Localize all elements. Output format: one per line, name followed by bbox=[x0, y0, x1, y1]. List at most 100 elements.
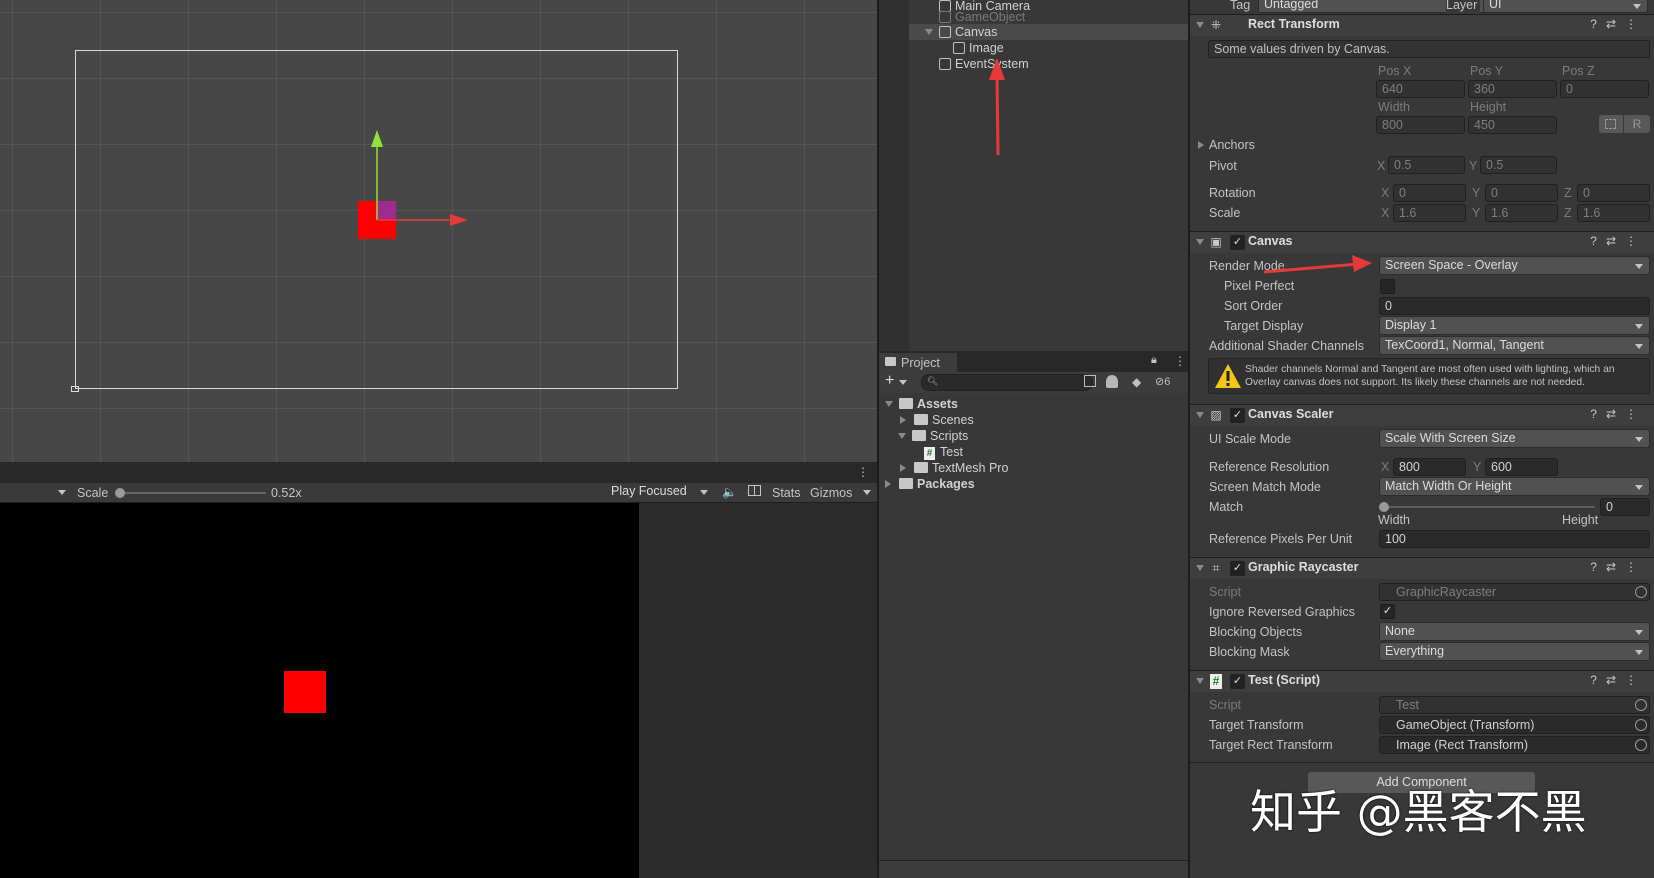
match-height-label: Height bbox=[1562, 513, 1599, 527]
expand-triangle-icon[interactable] bbox=[898, 433, 906, 443]
ignore-reversed-checkbox[interactable]: ✓ bbox=[1380, 604, 1395, 619]
scale-slider[interactable] bbox=[118, 492, 266, 494]
object-picker-icon[interactable] bbox=[1635, 699, 1647, 711]
collapse-triangle-icon[interactable] bbox=[1196, 565, 1204, 575]
reference-resolution-x[interactable]: 800 bbox=[1393, 458, 1466, 476]
posz-field: 0 bbox=[1560, 80, 1649, 98]
raycaster-icon: ⌗ bbox=[1212, 561, 1220, 575]
match-slider[interactable] bbox=[1383, 506, 1595, 508]
anchors-expand-icon[interactable] bbox=[1198, 141, 1208, 149]
layer-dropdown[interactable]: UI bbox=[1483, 0, 1648, 13]
more-menu-icon[interactable]: ⋮ bbox=[1174, 354, 1186, 368]
component-tools-icons[interactable]: ?⇄⋮ bbox=[1590, 560, 1646, 574]
play-focused-dropdown[interactable]: Play Focused bbox=[606, 483, 714, 502]
tab-project[interactable]: Project bbox=[879, 353, 957, 372]
gizmos-dropdown-arrow[interactable] bbox=[863, 490, 871, 499]
grid-icon[interactable] bbox=[748, 485, 761, 496]
gizmos-button[interactable]: Gizmos bbox=[810, 484, 852, 502]
target-transform-field[interactable]: GameObject (Transform) bbox=[1379, 716, 1650, 734]
game-view[interactable] bbox=[0, 503, 877, 878]
mute-audio-icon[interactable]: 🔈 bbox=[722, 485, 737, 499]
screen-match-mode-dropdown[interactable]: Match Width Or Height bbox=[1379, 477, 1650, 496]
component-title: Canvas bbox=[1248, 234, 1293, 248]
scale-value: 0.52x bbox=[271, 486, 302, 500]
scale-x-field: 1.6 bbox=[1393, 204, 1466, 222]
project-search-input[interactable]: 🔍︎ bbox=[921, 374, 1093, 391]
match-value-field[interactable]: 0 bbox=[1600, 498, 1650, 516]
display-dropdown-arrow[interactable] bbox=[58, 490, 66, 499]
script-name: GraphicRaycaster bbox=[1396, 585, 1497, 599]
hidden-packages-icon[interactable]: ⊘6 bbox=[1155, 375, 1170, 388]
stats-button[interactable]: Stats bbox=[772, 484, 801, 502]
target-rect-transform-field[interactable]: Image (Rect Transform) bbox=[1379, 736, 1650, 754]
hierarchy-panel: Main Camera GameObject Canvas Image Even… bbox=[879, 0, 1188, 351]
more-menu-icon[interactable]: ⋮ bbox=[857, 465, 869, 479]
component-tools-icons[interactable]: ?⇄⋮ bbox=[1590, 407, 1646, 421]
rotation-z-field: 0 bbox=[1577, 184, 1650, 202]
test-enabled-checkbox[interactable]: ✓ bbox=[1230, 674, 1245, 689]
shader-channels-dropdown[interactable]: TexCoord1, Normal, Tangent bbox=[1379, 336, 1650, 355]
expand-triangle-icon[interactable] bbox=[900, 464, 910, 472]
project-item-packages[interactable]: Packages bbox=[885, 476, 975, 492]
ignore-reversed-label: Ignore Reversed Graphics bbox=[1209, 605, 1355, 619]
scale-slider-thumb[interactable] bbox=[115, 488, 125, 498]
component-tools-icons[interactable]: ?⇄⋮ bbox=[1590, 234, 1646, 248]
blocking-objects-dropdown[interactable]: None bbox=[1379, 622, 1650, 641]
blueprint-mode-button[interactable] bbox=[1599, 115, 1623, 133]
rect-transform-icon: ⁜ bbox=[1210, 18, 1222, 32]
collapse-triangle-icon[interactable] bbox=[1196, 412, 1204, 422]
rect-transform-header[interactable]: ⁜ Rect Transform ?⇄⋮ bbox=[1190, 14, 1654, 36]
scale-y-field: 1.6 bbox=[1485, 204, 1558, 222]
script-name: Test bbox=[1396, 698, 1419, 712]
search-icon: 🔍︎ bbox=[927, 376, 939, 386]
folder-icon bbox=[899, 478, 913, 489]
target-display-dropdown[interactable]: Display 1 bbox=[1379, 316, 1650, 335]
search-by-type-icon[interactable] bbox=[1084, 375, 1096, 387]
graphic-raycaster-header[interactable]: ⌗ ✓ Graphic Raycaster ?⇄⋮ bbox=[1190, 557, 1654, 579]
label-tag-icon[interactable]: ◆ bbox=[1132, 375, 1141, 389]
component-tools-icons[interactable]: ?⇄⋮ bbox=[1590, 673, 1646, 687]
project-item-textmesh-pro[interactable]: TextMesh Pro bbox=[900, 460, 1008, 476]
sort-order-field[interactable]: 0 bbox=[1379, 297, 1650, 315]
scale-label: Scale bbox=[77, 486, 109, 500]
object-picker-icon[interactable] bbox=[1635, 739, 1647, 751]
reference-ppu-field[interactable]: 100 bbox=[1379, 530, 1650, 548]
project-item-assets[interactable]: Assets bbox=[885, 396, 958, 412]
object-picker-icon[interactable] bbox=[1635, 719, 1647, 731]
add-dropdown-arrow[interactable] bbox=[899, 380, 907, 389]
project-item-scenes[interactable]: Scenes bbox=[900, 412, 974, 428]
component-title: Graphic Raycaster bbox=[1248, 560, 1359, 574]
object-picker-icon[interactable] bbox=[1635, 586, 1647, 598]
render-mode-dropdown[interactable]: Screen Space - Overlay bbox=[1379, 256, 1650, 275]
test-script-header[interactable]: # ✓ Test (Script) ?⇄⋮ bbox=[1190, 670, 1654, 692]
anchors-foldout[interactable]: Anchors bbox=[1209, 136, 1255, 154]
project-item-scripts[interactable]: Scripts bbox=[898, 428, 968, 444]
expand-triangle-icon[interactable] bbox=[885, 401, 893, 411]
canvas-scaler-enabled-checkbox[interactable]: ✓ bbox=[1230, 408, 1245, 423]
axis-y: Y bbox=[1472, 206, 1481, 220]
blocking-mask-dropdown[interactable]: Everything bbox=[1379, 642, 1650, 661]
expand-triangle-icon[interactable] bbox=[885, 480, 895, 488]
lock-icon[interactable]: 🔒︎ bbox=[1151, 354, 1157, 367]
collapse-triangle-icon[interactable] bbox=[1196, 678, 1204, 688]
project-item-test-script[interactable]: # Test bbox=[924, 444, 963, 460]
canvas-scaler-header[interactable]: ▨ ✓ Canvas Scaler ?⇄⋮ bbox=[1190, 404, 1654, 426]
match-width-label: Width bbox=[1378, 513, 1410, 527]
screen-match-mode-label: Screen Match Mode bbox=[1209, 480, 1321, 494]
reference-resolution-y[interactable]: 600 bbox=[1485, 458, 1558, 476]
canvas-enabled-checkbox[interactable]: ✓ bbox=[1230, 235, 1245, 250]
collapse-triangle-icon[interactable] bbox=[1196, 239, 1204, 249]
tag-label: Tag bbox=[1230, 0, 1251, 12]
component-tools-icons[interactable]: ?⇄⋮ bbox=[1590, 17, 1646, 31]
ui-scale-mode-dropdown[interactable]: Scale With Screen Size bbox=[1379, 429, 1650, 448]
move-gizmo-icon[interactable] bbox=[0, 0, 877, 462]
filter-type-icon[interactable] bbox=[1106, 375, 1118, 388]
expand-triangle-icon[interactable] bbox=[900, 416, 910, 424]
add-plus-icon[interactable]: + bbox=[885, 372, 894, 390]
rotation-y-field: 0 bbox=[1485, 184, 1558, 202]
raw-edit-button[interactable]: R bbox=[1624, 115, 1650, 133]
scene-view[interactable] bbox=[0, 0, 877, 462]
pixel-perfect-checkbox[interactable] bbox=[1380, 279, 1395, 294]
raycaster-enabled-checkbox[interactable]: ✓ bbox=[1230, 561, 1245, 576]
collapse-triangle-icon[interactable] bbox=[1196, 22, 1204, 32]
